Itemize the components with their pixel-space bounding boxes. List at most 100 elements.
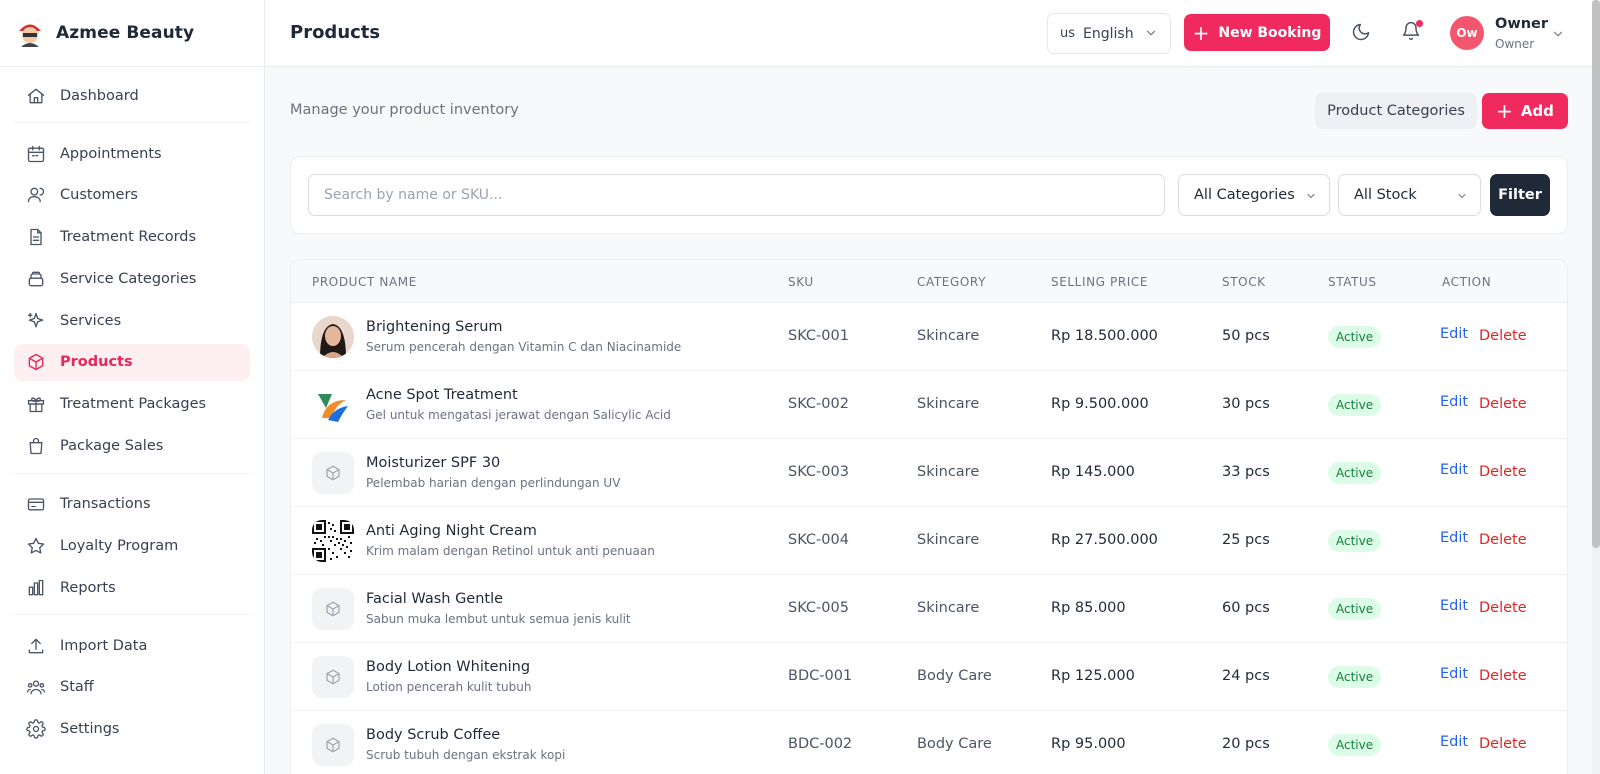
column-header: PRODUCT NAME xyxy=(312,275,417,289)
edit-button[interactable]: Edit xyxy=(1440,530,1468,546)
product-categories-button[interactable]: Product Categories xyxy=(1315,93,1477,129)
sidebar-item-label: Services xyxy=(60,312,122,329)
product-category: Body Care xyxy=(917,668,992,684)
product-name: Facial Wash Gentle xyxy=(366,591,504,607)
sidebar-item-transactions[interactable]: Transactions xyxy=(14,486,250,523)
product-name: Body Scrub Coffee xyxy=(366,727,501,743)
sidebar-item-service-categories[interactable]: Service Categories xyxy=(14,260,250,297)
table-row: Moisturizer SPF 30 Pelembab harian dengan… xyxy=(291,439,1567,507)
product-price: Rp 145.000 xyxy=(1051,464,1135,480)
product-price: Rp 9.500.000 xyxy=(1051,396,1149,412)
sidebar-item-services[interactable]: Services xyxy=(14,302,250,339)
user-menu-chevron-icon[interactable] xyxy=(1551,26,1565,45)
edit-button[interactable]: Edit xyxy=(1440,734,1468,750)
edit-button[interactable]: Edit xyxy=(1440,462,1468,478)
new-booking-label: New Booking xyxy=(1218,24,1322,41)
sidebar-item-treatment-packages[interactable]: Treatment Packages xyxy=(14,386,250,423)
sidebar-item-import-data[interactable]: Import Data xyxy=(14,627,250,664)
delete-button[interactable]: Delete xyxy=(1479,668,1527,684)
product-name: Acne Spot Treatment xyxy=(366,387,518,403)
card-icon xyxy=(26,494,46,514)
language-select[interactable]: us English xyxy=(1047,13,1171,54)
product-stock: 33 pcs xyxy=(1222,464,1270,480)
sidebar-item-package-sales[interactable]: Package Sales xyxy=(14,428,250,465)
product-placeholder-icon xyxy=(312,588,354,630)
table-row: Body Scrub Coffee Scrub tubuh dengan ekst… xyxy=(291,711,1567,774)
brand[interactable]: Azmee Beauty xyxy=(0,0,264,67)
edit-button[interactable]: Edit xyxy=(1440,326,1468,342)
status-badge: Active xyxy=(1328,530,1382,552)
dark-mode-toggle[interactable] xyxy=(1351,22,1371,46)
status-badge: Active xyxy=(1328,666,1382,688)
delete-button[interactable]: Delete xyxy=(1479,600,1527,616)
product-price: Rp 27.500.000 xyxy=(1051,532,1158,548)
sidebar-item-settings[interactable]: Settings xyxy=(14,711,250,748)
sidebar-item-appointments[interactable]: Appointments xyxy=(14,135,250,172)
avatar[interactable]: Ow xyxy=(1450,16,1484,50)
column-header: STATUS xyxy=(1328,275,1377,289)
table-row: Acne Spot Treatment Gel untuk mengatasi j… xyxy=(291,371,1567,439)
status-badge: Active xyxy=(1328,326,1382,348)
edit-button[interactable]: Edit xyxy=(1440,394,1468,410)
table-header: PRODUCT NAME SKU CATEGORY SELLING PRICE … xyxy=(291,260,1567,303)
delete-button[interactable]: Delete xyxy=(1479,328,1527,344)
box-icon xyxy=(26,352,46,372)
page-subtitle: Manage your product inventory xyxy=(290,102,519,118)
sidebar-item-products[interactable]: Products xyxy=(14,343,250,381)
page-title: Products xyxy=(290,22,381,43)
sidebar-item-customers[interactable]: Customers xyxy=(14,177,250,214)
plus-icon: + xyxy=(1192,20,1210,45)
product-stock: 50 pcs xyxy=(1222,328,1270,344)
sidebar-item-label: Customers xyxy=(60,187,138,204)
product-image xyxy=(312,520,354,562)
delete-button[interactable]: Delete xyxy=(1479,396,1527,412)
sidebar-item-label: Treatment Packages xyxy=(60,396,207,413)
sidebar-item-label: Reports xyxy=(60,579,116,596)
column-header: CATEGORY xyxy=(917,275,987,289)
sidebar-item-reports[interactable]: Reports xyxy=(14,569,250,606)
scrollbar[interactable] xyxy=(1592,0,1600,774)
brand-name: Azmee Beauty xyxy=(56,23,195,43)
product-stock: 60 pcs xyxy=(1222,600,1270,616)
product-category: Skincare xyxy=(917,464,980,480)
chart-icon xyxy=(26,578,46,598)
stock-select[interactable]: All Stock xyxy=(1338,174,1481,216)
add-product-button[interactable]: + Add xyxy=(1482,93,1568,129)
delete-button[interactable]: Delete xyxy=(1479,464,1527,480)
table-row: Brightening Serum Serum pencerah dengan V… xyxy=(291,303,1567,371)
sidebar-item-staff[interactable]: Staff xyxy=(14,669,250,706)
chevron-down-icon xyxy=(1456,190,1468,206)
sidebar-nav: Dashboard Appointments Customers Treatment … xyxy=(0,67,264,748)
table-row: Facial Wash Gentle Sabun muka lembut untu… xyxy=(291,575,1567,643)
product-name: Anti Aging Night Cream xyxy=(366,523,537,539)
add-label: Add xyxy=(1520,102,1554,120)
sidebar-item-loyalty-program[interactable]: Loyalty Program xyxy=(14,527,250,564)
search-input[interactable] xyxy=(308,174,1165,216)
product-sku: SKC-001 xyxy=(788,328,849,344)
product-description: Pelembab harian dengan perlindungan UV xyxy=(366,476,621,490)
scrollbar-thumb[interactable] xyxy=(1592,0,1600,548)
filter-button[interactable]: Filter xyxy=(1490,174,1550,216)
products-table: PRODUCT NAME SKU CATEGORY SELLING PRICE … xyxy=(290,259,1568,774)
sidebar-item-dashboard[interactable]: Dashboard xyxy=(14,77,250,114)
sidebar-item-label: Transactions xyxy=(60,496,151,513)
sidebar-item-label: Service Categories xyxy=(60,270,197,287)
sidebar-item-treatment-records[interactable]: Treatment Records xyxy=(14,219,250,256)
edit-button[interactable]: Edit xyxy=(1440,598,1468,614)
product-sku: SKC-005 xyxy=(788,600,849,616)
status-badge: Active xyxy=(1328,734,1382,756)
product-image xyxy=(312,316,354,358)
product-description: Sabun muka lembut untuk semua jenis kuli… xyxy=(366,612,631,626)
new-booking-button[interactable]: + New Booking xyxy=(1184,14,1330,51)
user-name[interactable]: Owner xyxy=(1495,16,1548,32)
edit-button[interactable]: Edit xyxy=(1440,666,1468,682)
delete-button[interactable]: Delete xyxy=(1479,532,1527,548)
product-placeholder-icon xyxy=(312,656,354,698)
delete-button[interactable]: Delete xyxy=(1479,736,1527,752)
category-select[interactable]: All Categories xyxy=(1178,174,1330,216)
sidebar-item-label: Import Data xyxy=(60,637,148,654)
topbar: Products us English + New Booking Ow Own… xyxy=(265,0,1600,67)
file-icon xyxy=(26,227,46,247)
product-sku: BDC-001 xyxy=(788,668,853,684)
product-sku: SKC-002 xyxy=(788,396,849,412)
